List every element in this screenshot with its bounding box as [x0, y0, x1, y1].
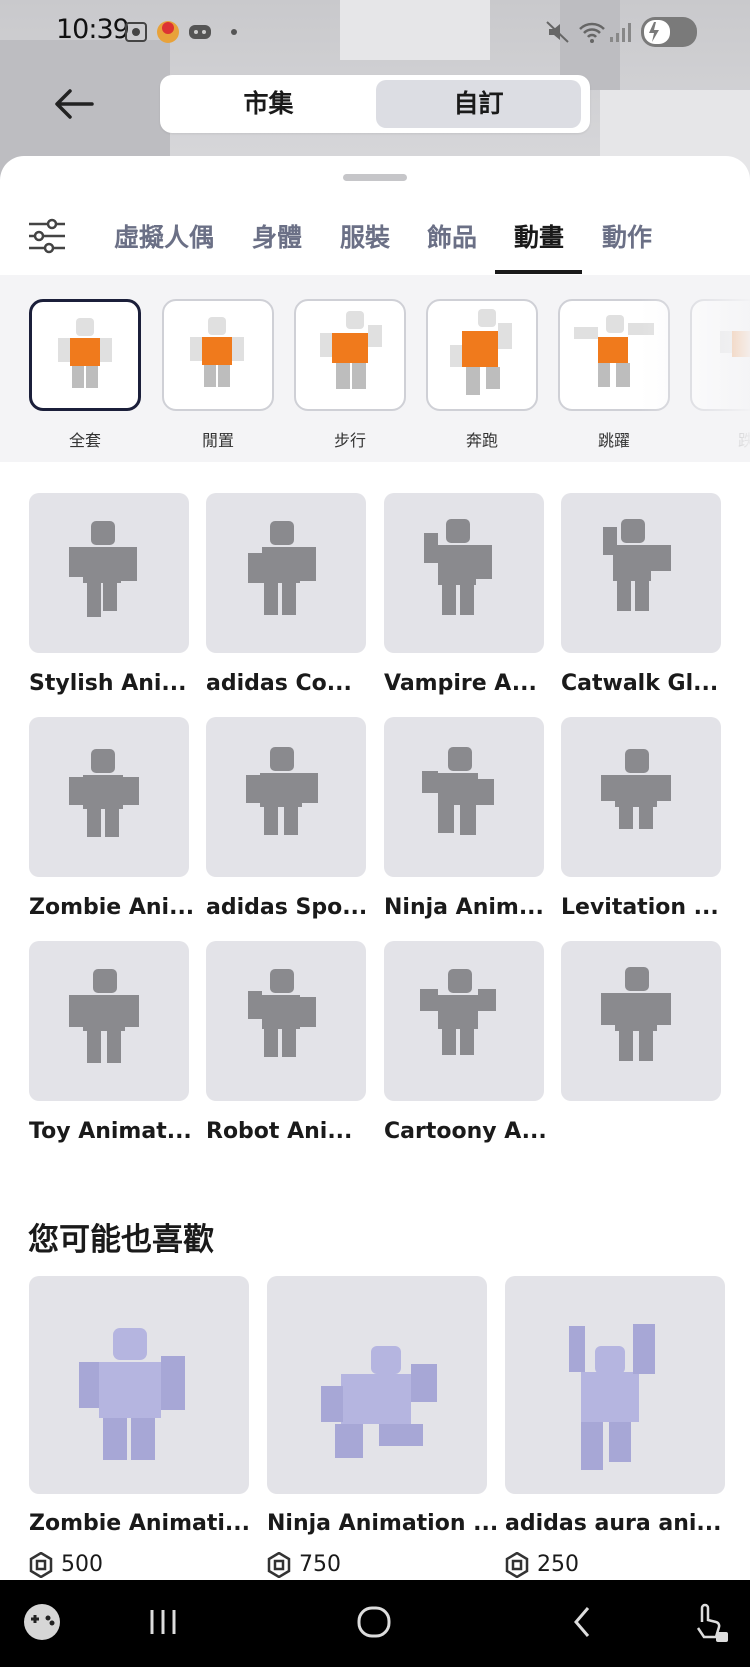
tab-animations[interactable]: 動畫: [514, 218, 564, 254]
recommended-item-tile[interactable]: [29, 1276, 249, 1494]
filter-sliders-icon[interactable]: [27, 218, 67, 254]
animation-item-name: Zombie Ani...: [29, 895, 195, 920]
animation-item-name: Levitation ...: [561, 895, 719, 920]
animation-item-tile[interactable]: [206, 941, 366, 1101]
tab-avatar[interactable]: 虛擬人偶: [114, 218, 214, 254]
price-value: 500: [61, 1552, 103, 1577]
animation-item-name: Catwalk Gl...: [561, 671, 719, 696]
mute-icon: [546, 21, 569, 43]
back-arrow-icon[interactable]: [52, 86, 96, 122]
gray-avatar-thumb: [248, 521, 316, 615]
sheet-drag-handle[interactable]: [343, 174, 407, 181]
tab-emotes[interactable]: 動作: [602, 218, 652, 254]
segmented-control: 市集 自訂: [160, 75, 590, 133]
animation-item-tile[interactable]: [384, 941, 544, 1101]
chip-label: 全套: [68, 431, 101, 450]
chip-label: 奔跑: [465, 431, 498, 450]
bottom-sheet: 虛擬人偶 身體 服裝 飾品 動畫 動作 全套 閒置 步行 奔跑 跳躍 跌 Sty…: [0, 156, 750, 1580]
back-icon[interactable]: [568, 1602, 598, 1642]
dot-icon: [231, 29, 237, 35]
chip-run[interactable]: [426, 299, 538, 411]
gray-avatar-thumb: [601, 967, 671, 1061]
price-value: 750: [299, 1552, 341, 1577]
price-value: 250: [537, 1552, 579, 1577]
orange-avatar-thumb: [320, 311, 382, 389]
orange-avatar-thumb: [450, 309, 512, 395]
animation-item-name: adidas Spo...: [206, 895, 368, 920]
animation-item-tile[interactable]: [29, 941, 189, 1101]
accessibility-icon[interactable]: [690, 1602, 730, 1646]
robux-icon: [505, 1552, 529, 1578]
recommended-item-tile[interactable]: [267, 1276, 487, 1494]
signal-icon: [610, 23, 631, 42]
animation-item-name: Ninja Anim...: [384, 895, 544, 920]
recommended-item-name: Ninja Animation ...: [267, 1511, 499, 1536]
home-icon[interactable]: [354, 1602, 394, 1642]
chip-label: 步行: [333, 431, 366, 450]
system-navigation-bar: [0, 1580, 750, 1667]
gray-avatar-thumb: [424, 519, 492, 615]
gray-avatar-thumb: [601, 749, 671, 829]
recommended-item-tile[interactable]: [505, 1276, 725, 1494]
lavender-avatar-thumb: [569, 1324, 655, 1470]
gray-avatar-thumb: [69, 969, 139, 1063]
chips-scroll-fade: [640, 275, 750, 462]
discord-icon: [189, 25, 211, 39]
chip-idle[interactable]: [162, 299, 274, 411]
segment-marketplace[interactable]: 市集: [166, 80, 371, 128]
chip-label: 閒置: [201, 431, 234, 450]
orange-avatar-thumb: [190, 317, 244, 387]
animation-item-tile[interactable]: [561, 941, 721, 1101]
animation-item-tile[interactable]: [384, 493, 544, 653]
recommended-item-name: Zombie Animati...: [29, 1511, 250, 1536]
active-tab-indicator: [495, 270, 582, 274]
gray-avatar-thumb: [248, 969, 316, 1057]
robux-icon: [267, 1552, 291, 1578]
animation-item-name: Stylish Ani...: [29, 671, 187, 696]
screenshot-icon: [125, 22, 147, 42]
chip-walk[interactable]: [294, 299, 406, 411]
tab-body[interactable]: 身體: [252, 218, 302, 254]
chip-full-set[interactable]: [29, 299, 141, 411]
recents-icon[interactable]: [146, 1602, 180, 1642]
animation-item-tile[interactable]: [561, 493, 721, 653]
lavender-avatar-thumb: [79, 1328, 185, 1460]
animation-item-tile[interactable]: [206, 717, 366, 877]
tab-accessories[interactable]: 飾品: [427, 218, 477, 254]
gray-avatar-thumb: [420, 969, 496, 1055]
animation-item-tile[interactable]: [384, 717, 544, 877]
animation-item-name: adidas Co...: [206, 671, 352, 696]
gray-avatar-thumb: [422, 747, 494, 835]
gamepad-icon[interactable]: [22, 1602, 62, 1642]
app-notification-icon: [157, 21, 179, 43]
tab-clothing[interactable]: 服裝: [340, 218, 390, 254]
lavender-avatar-thumb: [321, 1346, 437, 1458]
robux-icon: [29, 1552, 53, 1578]
animation-item-tile[interactable]: [29, 493, 189, 653]
animation-item-name: Toy Animat...: [29, 1119, 192, 1144]
recommended-item-name: adidas aura ani...: [505, 1511, 722, 1536]
gray-avatar-thumb: [69, 749, 139, 837]
animation-item-name: Vampire A...: [384, 671, 537, 696]
animation-item-tile[interactable]: [561, 717, 721, 877]
gray-avatar-thumb: [69, 521, 137, 617]
gray-avatar-thumb: [603, 519, 671, 611]
orange-avatar-thumb: [58, 318, 112, 388]
battery-icon: [641, 17, 697, 47]
segment-customize[interactable]: 自訂: [376, 80, 581, 128]
animation-item-name: Robot Ani...: [206, 1119, 353, 1144]
animation-category-chips: 全套 閒置 步行 奔跑 跳躍 跌: [0, 275, 750, 462]
animation-item-tile[interactable]: [206, 493, 366, 653]
recommendations-title: 您可能也喜歡: [28, 1222, 214, 1258]
animation-item-tile[interactable]: [29, 717, 189, 877]
gray-avatar-thumb: [246, 747, 318, 835]
wifi-icon: [579, 22, 605, 43]
status-bar: 10:39: [0, 0, 750, 66]
status-time: 10:39: [56, 14, 130, 45]
animation-item-name: Cartoony A...: [384, 1119, 547, 1144]
